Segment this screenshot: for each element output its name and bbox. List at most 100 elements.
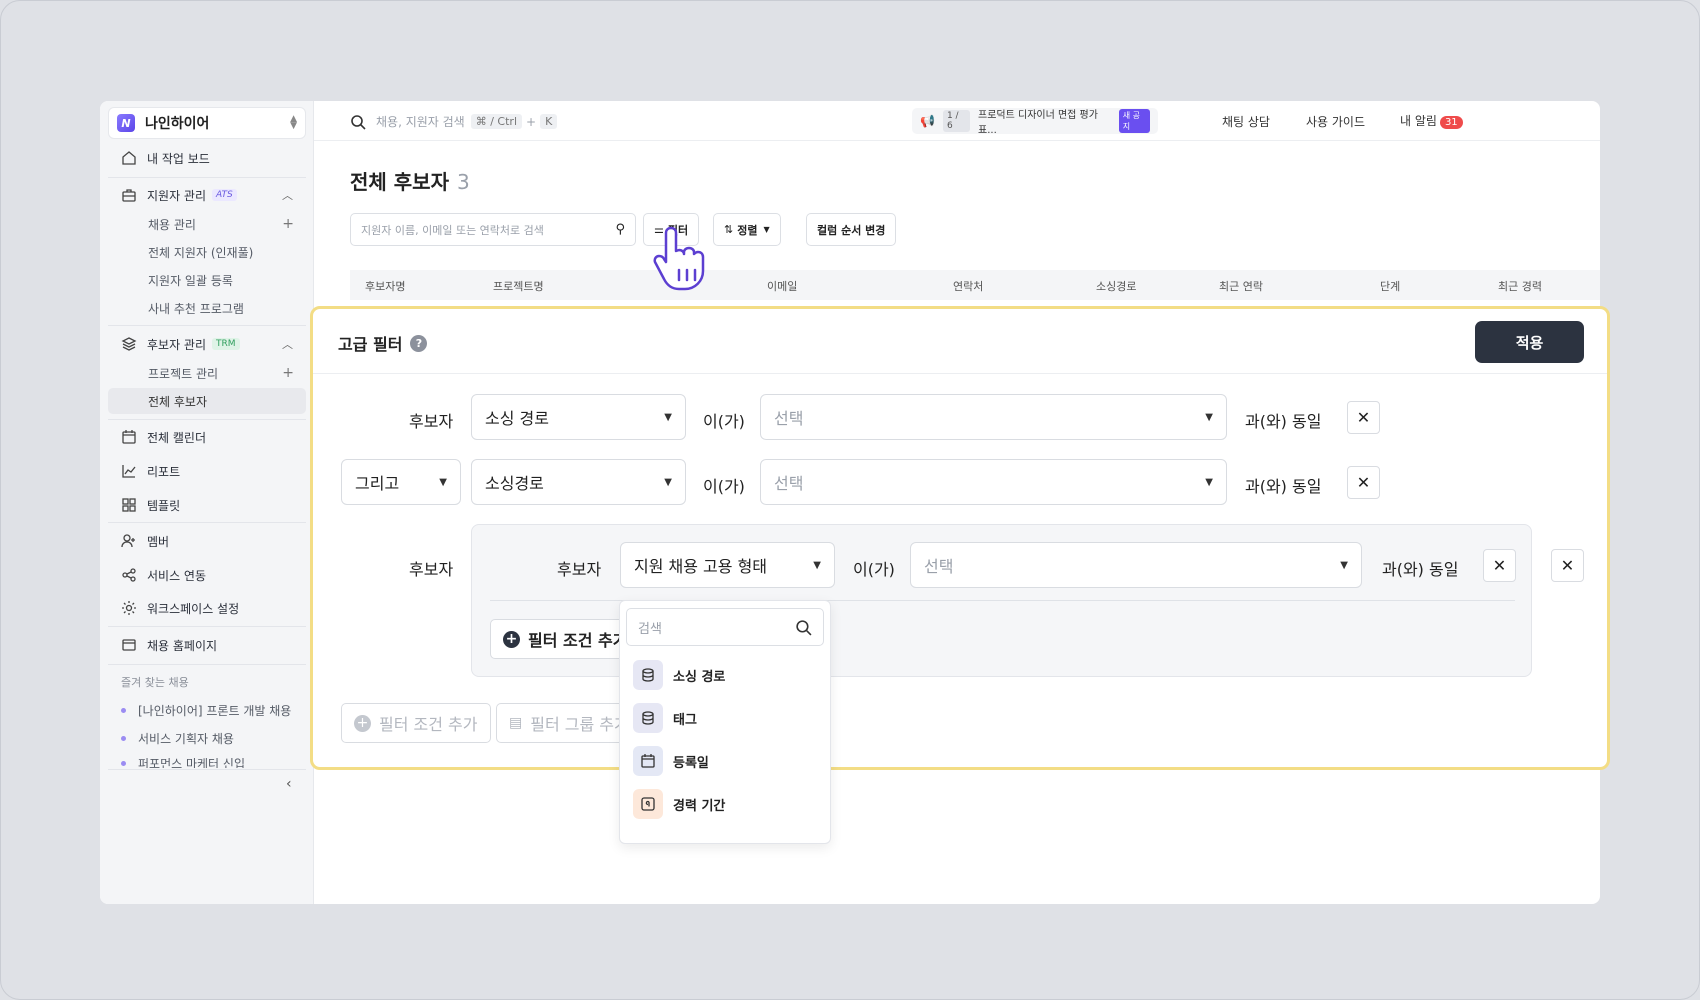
nav-candidates[interactable]: 후보자 관리 TRM ︿ [108,330,306,358]
option-label: 경력 기간 [673,798,726,814]
field-select[interactable]: 소싱경로 ▼ [471,459,686,505]
nav-calendar[interactable]: 전체 캘린더 [108,423,306,451]
remove-condition-button[interactable]: ✕ [1347,401,1380,434]
column-header[interactable]: 단계 [1380,278,1400,294]
column-header[interactable]: 최근 경력 [1498,278,1542,294]
value-placeholder: 선택 [774,409,804,428]
title-text: 전체 후보자 [350,170,449,194]
nav-label: 워크스페이스 설정 [147,601,240,616]
dropdown-option[interactable]: 경력 기간 [633,789,725,819]
value-select[interactable]: 선택 ▼ [760,459,1227,505]
chevron-left-icon[interactable]: ‹ [286,776,292,792]
global-search[interactable]: 채용, 지원자 검색 ⌘ / Ctrl + K [350,113,558,130]
remove-condition-button[interactable]: ✕ [1483,549,1516,582]
megaphone-icon: 📢 [920,114,935,128]
sidebar-item-referral[interactable]: 사내 추천 프로그램 [108,295,306,321]
shortcut-key: ⌘ / Ctrl [470,114,523,129]
column-header[interactable]: 이메일 [767,278,797,294]
search-placeholder: 채용, 지원자 검색 [376,115,465,129]
remove-condition-button[interactable]: ✕ [1347,466,1380,499]
add-condition-button[interactable]: + 필터 조건 추가 [341,703,491,743]
chevron-up-icon[interactable]: ︿ [282,187,293,203]
conjunction-select[interactable]: 그리고 ▼ [341,459,461,505]
sort-button[interactable]: ⇅ 정렬 ▼ [713,213,781,246]
workspace-name: 나인하이어 [145,116,210,132]
chevron-down-icon: ▼ [763,225,770,234]
plus-icon[interactable]: + [282,365,294,381]
nav-applicants[interactable]: 지원자 관리 ATS ︿ [108,181,306,209]
nav-label: 채용 홈페이지 [147,638,218,653]
dropdown-option[interactable]: 등록일 [633,746,709,776]
page-title: 전체 후보자 3 [350,166,470,195]
dot-icon [121,736,126,741]
nav-label: 후보자 관리 [147,337,207,352]
browser-icon [121,637,137,653]
workspace-switcher[interactable]: N 나인하이어 ▲ ▼ [108,107,306,139]
guide-link[interactable]: 사용 가이드 [1306,113,1365,130]
favorite-label: 퍼포먼스 마케터 신입 [138,758,245,768]
nav-label: 템플릿 [147,498,181,513]
value-select[interactable]: 선택 ▼ [910,542,1362,588]
candidate-search-input[interactable]: 지원자 이름, 이메일 또는 연락처로 검색 ⚲ [350,213,636,246]
field-select[interactable]: 소싱 경로 ▼ [471,394,686,440]
help-icon[interactable]: ? [410,334,428,352]
plus-icon[interactable]: + [282,216,294,232]
apply-button[interactable]: 적용 [1475,321,1584,363]
chevron-down-icon: ▼ [1340,559,1348,571]
chevron-down-icon: ▼ [664,476,672,488]
nav-dashboard[interactable]: 내 작업 보드 [108,144,306,172]
field-value: 소싱경로 [485,474,544,493]
nav-integration[interactable]: 서비스 연동 [108,561,306,589]
value-select[interactable]: 선택 ▼ [760,394,1227,440]
alerts-link[interactable]: 내 알림 31 [1400,112,1463,129]
column-header[interactable]: 소싱경로 [1096,278,1136,294]
dropdown-option[interactable]: 태그 [633,703,697,733]
operator: 과(와) 동일 [1382,560,1459,579]
nav-label: 채용 관리 [148,217,196,232]
favorite-label: [나인하이어] 프론트 개발 채용 [138,704,292,718]
chevron-down-icon: ▼ [439,476,447,488]
favorite-item[interactable]: 퍼포먼스 마케터 신입 [121,758,245,768]
dot-icon [121,760,126,766]
sidebar-item-projects[interactable]: 프로젝트 관리 + [108,360,306,386]
favorite-item[interactable]: 서비스 기획자 채용 [121,730,234,747]
sidebar-item-hiring[interactable]: 채용 관리 + [108,211,306,237]
column-header[interactable]: 최근 연락 [1219,278,1263,294]
nav-settings[interactable]: 워크스페이스 설정 [108,594,306,622]
hand-pointer-icon [653,226,705,291]
value-placeholder: 선택 [774,474,804,493]
dropdown-option[interactable]: 소싱 경로 [633,660,725,690]
dropdown-search-input[interactable]: 검색 [626,608,824,646]
layers-icon [121,336,137,352]
nav-template[interactable]: 템플릿 [108,491,306,519]
nav-homepage[interactable]: 채용 홈페이지 [108,631,306,659]
favorite-item[interactable]: [나인하이어] 프론트 개발 채용 [121,702,291,719]
panel-title-text: 고급 필터 [338,335,403,354]
favorites-title: 즐겨 찾는 채용 [121,676,189,689]
nav-label: 리포트 [147,464,181,479]
column-order-button[interactable]: 컬럼 순서 변경 [806,213,897,246]
user-plus-icon [121,533,137,549]
field-select[interactable]: 지원 채용 고용 형태 ▼ [620,542,835,588]
divider [108,325,306,326]
chevron-up-icon[interactable]: ︿ [282,336,293,352]
column-header[interactable]: 후보자명 [365,278,405,294]
remove-group-button[interactable]: ✕ [1551,549,1584,582]
shortcut-plus: + [526,114,537,129]
share-icon [121,567,137,583]
notice-text: 프로덕트 디자이너 면접 평가표... [978,110,1098,136]
close-icon: ✕ [1356,473,1371,492]
nav-member[interactable]: 멤버 [108,527,306,555]
sidebar-item-bulk[interactable]: 지원자 일괄 등록 [108,267,306,293]
sidebar-item-all-candidates[interactable]: 전체 후보자 [108,388,306,414]
add-group-condition-button[interactable]: + 필터 조건 추가 [490,619,641,659]
conjunction-value: 그리고 [355,474,400,493]
nav-report[interactable]: 리포트 [108,457,306,485]
column-header[interactable]: 프로젝트명 [493,278,544,294]
shortcut-key: K [540,114,558,129]
column-header[interactable]: 연락처 [953,278,983,294]
chat-link[interactable]: 채팅 상담 [1222,113,1270,130]
nav-label: 내 작업 보드 [147,151,210,166]
sidebar-item-talentpool[interactable]: 전체 지원자 (인재풀) [108,239,306,265]
notice-ticker[interactable]: 📢 1 / 6 프로덕트 디자이너 면접 평가표... 새 공지 [912,108,1158,136]
